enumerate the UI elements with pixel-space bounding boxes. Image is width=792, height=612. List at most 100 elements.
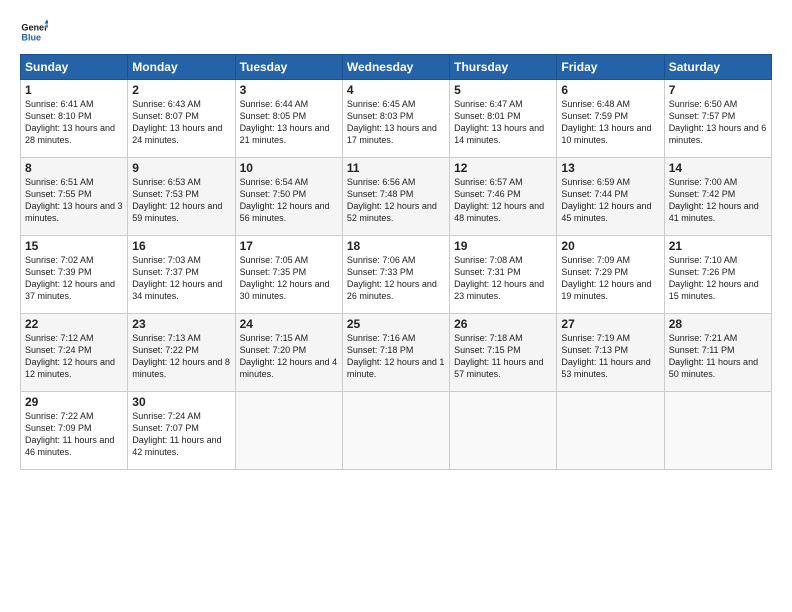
day-number: 2 — [132, 83, 230, 97]
cell-info: Sunrise: 7:10 AMSunset: 7:26 PMDaylight:… — [669, 255, 759, 301]
calendar-cell: 10Sunrise: 6:54 AMSunset: 7:50 PMDayligh… — [235, 158, 342, 236]
day-number: 16 — [132, 239, 230, 253]
header: General Blue — [20, 18, 772, 46]
cell-info: Sunrise: 7:03 AMSunset: 7:37 PMDaylight:… — [132, 255, 222, 301]
cell-info: Sunrise: 6:57 AMSunset: 7:46 PMDaylight:… — [454, 177, 544, 223]
calendar-cell: 18 Sunrise: 7:06 AMSunset: 7:33 PMDayligh… — [342, 236, 449, 314]
cell-info: Sunrise: 7:05 AMSunset: 7:35 PMDaylight:… — [240, 255, 330, 301]
cell-info: Sunrise: 6:59 AMSunset: 7:44 PMDaylight:… — [561, 177, 651, 223]
calendar-cell: 3 Sunrise: 6:44 AMSunset: 8:05 PMDaylight… — [235, 80, 342, 158]
cell-info: Sunrise: 7:19 AMSunset: 7:13 PMDaylight:… — [561, 333, 650, 379]
day-number: 30 — [132, 395, 230, 409]
header-day-wednesday: Wednesday — [342, 55, 449, 80]
calendar-cell: 14Sunrise: 7:00 AMSunset: 7:42 PMDayligh… — [664, 158, 771, 236]
calendar-week-4: 22 Sunrise: 7:12 AMSunset: 7:24 PMDayligh… — [21, 314, 772, 392]
calendar-cell: 29 Sunrise: 7:22 AMSunset: 7:09 PMDayligh… — [21, 392, 128, 470]
calendar-table: SundayMondayTuesdayWednesdayThursdayFrid… — [20, 54, 772, 470]
calendar-cell — [450, 392, 557, 470]
calendar-cell: 2 Sunrise: 6:43 AMSunset: 8:07 PMDaylight… — [128, 80, 235, 158]
header-day-thursday: Thursday — [450, 55, 557, 80]
calendar-week-3: 15 Sunrise: 7:02 AMSunset: 7:39 PMDayligh… — [21, 236, 772, 314]
day-number: 9 — [132, 161, 230, 175]
cell-info: Sunrise: 6:41 AMSunset: 8:10 PMDaylight:… — [25, 99, 115, 145]
cell-info: Sunrise: 7:13 AMSunset: 7:22 PMDaylight:… — [132, 333, 230, 379]
day-number: 18 — [347, 239, 445, 253]
cell-info: Sunrise: 7:00 AMSunset: 7:42 PMDaylight:… — [669, 177, 759, 223]
header-day-monday: Monday — [128, 55, 235, 80]
day-number: 24 — [240, 317, 338, 331]
day-number: 4 — [347, 83, 445, 97]
day-number: 28 — [669, 317, 767, 331]
calendar-cell — [557, 392, 664, 470]
cell-info: Sunrise: 7:16 AMSunset: 7:18 PMDaylight:… — [347, 333, 445, 379]
calendar-cell: 6 Sunrise: 6:48 AMSunset: 7:59 PMDaylight… — [557, 80, 664, 158]
calendar-cell: 8 Sunrise: 6:51 AMSunset: 7:55 PMDaylight… — [21, 158, 128, 236]
calendar-cell — [235, 392, 342, 470]
logo: General Blue — [20, 18, 52, 46]
day-number: 12 — [454, 161, 552, 175]
calendar-cell: 5 Sunrise: 6:47 AMSunset: 8:01 PMDaylight… — [450, 80, 557, 158]
day-number: 22 — [25, 317, 123, 331]
cell-info: Sunrise: 6:50 AMSunset: 7:57 PMDaylight:… — [669, 99, 767, 145]
cell-info: Sunrise: 6:48 AMSunset: 7:59 PMDaylight:… — [561, 99, 651, 145]
logo-icon: General Blue — [20, 18, 48, 46]
header-day-saturday: Saturday — [664, 55, 771, 80]
day-number: 1 — [25, 83, 123, 97]
cell-info: Sunrise: 7:22 AMSunset: 7:09 PMDaylight:… — [25, 411, 114, 457]
day-number: 21 — [669, 239, 767, 253]
cell-info: Sunrise: 7:12 AMSunset: 7:24 PMDaylight:… — [25, 333, 115, 379]
calendar-cell: 28 Sunrise: 7:21 AMSunset: 7:11 PMDayligh… — [664, 314, 771, 392]
calendar-cell: 26 Sunrise: 7:18 AMSunset: 7:15 PMDayligh… — [450, 314, 557, 392]
cell-info: Sunrise: 6:47 AMSunset: 8:01 PMDaylight:… — [454, 99, 544, 145]
cell-info: Sunrise: 6:53 AMSunset: 7:53 PMDaylight:… — [132, 177, 222, 223]
day-number: 17 — [240, 239, 338, 253]
cell-info: Sunrise: 6:43 AMSunset: 8:07 PMDaylight:… — [132, 99, 222, 145]
calendar-cell: 9 Sunrise: 6:53 AMSunset: 7:53 PMDaylight… — [128, 158, 235, 236]
cell-info: Sunrise: 6:44 AMSunset: 8:05 PMDaylight:… — [240, 99, 330, 145]
day-number: 26 — [454, 317, 552, 331]
calendar-cell: 15 Sunrise: 7:02 AMSunset: 7:39 PMDayligh… — [21, 236, 128, 314]
header-day-friday: Friday — [557, 55, 664, 80]
calendar-cell: 1 Sunrise: 6:41 AMSunset: 8:10 PMDaylight… — [21, 80, 128, 158]
calendar-cell: 20 Sunrise: 7:09 AMSunset: 7:29 PMDayligh… — [557, 236, 664, 314]
calendar-cell: 16 Sunrise: 7:03 AMSunset: 7:37 PMDayligh… — [128, 236, 235, 314]
calendar-cell: 22 Sunrise: 7:12 AMSunset: 7:24 PMDayligh… — [21, 314, 128, 392]
page: General Blue SundayMondayTuesdayWednesda… — [0, 0, 792, 612]
calendar-cell: 21 Sunrise: 7:10 AMSunset: 7:26 PMDayligh… — [664, 236, 771, 314]
day-number: 10 — [240, 161, 338, 175]
day-number: 15 — [25, 239, 123, 253]
calendar-cell: 25 Sunrise: 7:16 AMSunset: 7:18 PMDayligh… — [342, 314, 449, 392]
calendar-cell: 7 Sunrise: 6:50 AMSunset: 7:57 PMDaylight… — [664, 80, 771, 158]
calendar-cell — [664, 392, 771, 470]
day-number: 27 — [561, 317, 659, 331]
day-number: 3 — [240, 83, 338, 97]
cell-info: Sunrise: 6:56 AMSunset: 7:48 PMDaylight:… — [347, 177, 437, 223]
day-number: 23 — [132, 317, 230, 331]
header-day-sunday: Sunday — [21, 55, 128, 80]
day-number: 8 — [25, 161, 123, 175]
calendar-week-2: 8 Sunrise: 6:51 AMSunset: 7:55 PMDaylight… — [21, 158, 772, 236]
cell-info: Sunrise: 7:21 AMSunset: 7:11 PMDaylight:… — [669, 333, 758, 379]
day-number: 5 — [454, 83, 552, 97]
calendar-cell — [342, 392, 449, 470]
cell-info: Sunrise: 7:06 AMSunset: 7:33 PMDaylight:… — [347, 255, 437, 301]
calendar-cell: 27 Sunrise: 7:19 AMSunset: 7:13 PMDayligh… — [557, 314, 664, 392]
svg-text:General: General — [21, 23, 48, 33]
day-number: 20 — [561, 239, 659, 253]
calendar-cell: 12 Sunrise: 6:57 AMSunset: 7:46 PMDayligh… — [450, 158, 557, 236]
cell-info: Sunrise: 7:02 AMSunset: 7:39 PMDaylight:… — [25, 255, 115, 301]
cell-info: Sunrise: 7:24 AMSunset: 7:07 PMDaylight:… — [132, 411, 221, 457]
calendar-cell: 23 Sunrise: 7:13 AMSunset: 7:22 PMDayligh… — [128, 314, 235, 392]
calendar-cell: 17 Sunrise: 7:05 AMSunset: 7:35 PMDayligh… — [235, 236, 342, 314]
day-number: 29 — [25, 395, 123, 409]
cell-info: Sunrise: 6:51 AMSunset: 7:55 PMDaylight:… — [25, 177, 123, 223]
day-number: 7 — [669, 83, 767, 97]
calendar-cell: 24Sunrise: 7:15 AMSunset: 7:20 PMDayligh… — [235, 314, 342, 392]
day-number: 6 — [561, 83, 659, 97]
header-day-tuesday: Tuesday — [235, 55, 342, 80]
calendar-cell: 30 Sunrise: 7:24 AMSunset: 7:07 PMDayligh… — [128, 392, 235, 470]
day-number: 25 — [347, 317, 445, 331]
cell-info: Sunrise: 7:18 AMSunset: 7:15 PMDaylight:… — [454, 333, 543, 379]
calendar-header: SundayMondayTuesdayWednesdayThursdayFrid… — [21, 55, 772, 80]
cell-info: Sunrise: 7:09 AMSunset: 7:29 PMDaylight:… — [561, 255, 651, 301]
